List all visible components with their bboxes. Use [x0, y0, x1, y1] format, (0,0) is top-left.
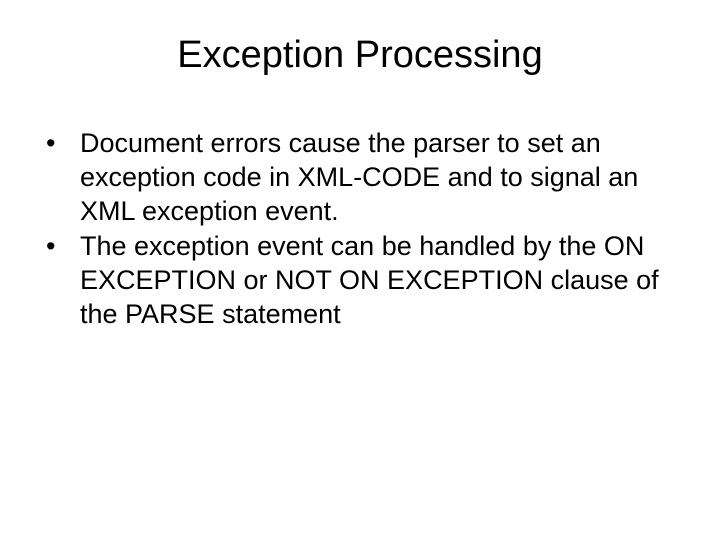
bullet-list: Document errors cause the parser to set …: [38, 127, 682, 332]
bullet-item: Document errors cause the parser to set …: [38, 127, 682, 228]
slide-title: Exception Processing: [38, 34, 682, 77]
bullet-item: The exception event can be handled by th…: [38, 230, 682, 331]
